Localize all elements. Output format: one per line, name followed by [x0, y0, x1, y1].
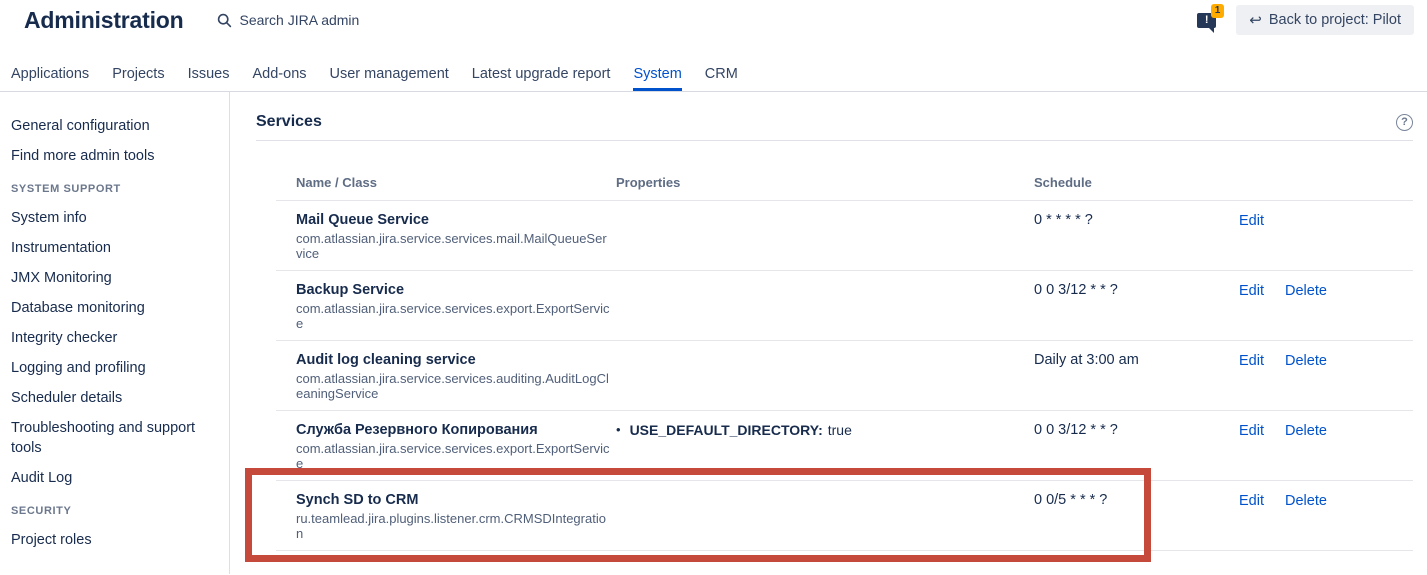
service-properties-cell	[616, 341, 1034, 411]
tab-user-management[interactable]: User management	[330, 40, 449, 91]
page-title: Administration	[24, 7, 183, 34]
service-schedule: 0 0 3/12 * * ?	[1034, 271, 1239, 341]
admin-nav-tabs: Applications Projects Issues Add-ons User ma…	[0, 40, 1427, 92]
app-header: Administration ! 1 ↩ Back to project: Pi…	[0, 0, 1427, 40]
service-name: Backup Service	[296, 282, 616, 298]
help-icon[interactable]: ?	[1396, 114, 1413, 131]
service-name-class-cell: Synch SD to CRM ru.teamlead.jira.plugins.…	[276, 481, 616, 551]
service-name: Mail Queue Service	[296, 212, 616, 228]
service-row-audit-log-cleaning-service: Audit log cleaning service com.atlassian.…	[276, 341, 1413, 411]
edit-link[interactable]: Edit	[1239, 423, 1264, 439]
service-class: com.atlassian.jira.service.services.mail…	[296, 231, 612, 261]
service-class: com.atlassian.jira.service.services.expo…	[296, 301, 612, 331]
service-properties-cell	[616, 201, 1034, 271]
main-content: Services ? Name / Class Properties Sched…	[230, 92, 1427, 574]
service-actions-cell: Edit Delete	[1239, 271, 1413, 341]
header-right: ! 1 ↩ Back to project: Pilot	[1196, 4, 1414, 36]
bullet-icon: •	[616, 422, 621, 438]
services-table: Name / Class Properties Schedule Mail Qu…	[276, 141, 1413, 551]
column-header-properties: Properties	[616, 141, 1034, 201]
service-row-synch-sd-to-crm: Synch SD to CRM ru.teamlead.jira.plugins.…	[276, 481, 1413, 551]
delete-link[interactable]: Delete	[1285, 423, 1327, 439]
service-schedule: 0 0/5 * * * ?	[1034, 481, 1239, 551]
table-header-row: Name / Class Properties Schedule	[276, 141, 1413, 201]
tab-crm[interactable]: CRM	[705, 40, 738, 91]
sidebar-item-project-roles[interactable]: Project roles	[11, 530, 219, 550]
sidebar-item-find-more-admin-tools[interactable]: Find more admin tools	[11, 146, 219, 166]
tab-system[interactable]: System	[633, 40, 681, 91]
sidebar-heading-security: SECURITY	[11, 504, 219, 518]
sidebar-item-scheduler-details[interactable]: Scheduler details	[11, 388, 219, 408]
notification-icon[interactable]: ! 1	[1196, 4, 1224, 36]
service-class: com.atlassian.jira.service.services.expo…	[296, 441, 612, 471]
content-area: General configuration Find more admin too…	[0, 92, 1427, 574]
service-row-backup-service: Backup Service com.atlassian.jira.service…	[276, 271, 1413, 341]
column-header-actions	[1239, 141, 1413, 201]
service-name-class-cell: Служба Резервного Копирования com.atlassi…	[276, 411, 616, 481]
sidebar-heading-system-support: SYSTEM SUPPORT	[11, 182, 219, 196]
admin-search	[217, 12, 439, 28]
sidebar-item-database-monitoring[interactable]: Database monitoring	[11, 298, 219, 318]
services-header: Services ?	[256, 112, 1413, 141]
service-row-mail-queue-service: Mail Queue Service com.atlassian.jira.ser…	[276, 201, 1413, 271]
column-header-name-class: Name / Class	[276, 141, 616, 201]
service-schedule: 0 * * * * ?	[1034, 201, 1239, 271]
service-actions-cell: Edit Delete	[1239, 481, 1413, 551]
property-key: USE_DEFAULT_DIRECTORY:	[630, 422, 823, 438]
notification-badge: 1	[1211, 4, 1225, 18]
service-row-служба-резервного-копирования: Служба Резервного Копирования com.atlassi…	[276, 411, 1413, 481]
service-actions-cell: Edit Delete	[1239, 341, 1413, 411]
tab-add-ons[interactable]: Add-ons	[253, 40, 307, 91]
search-input[interactable]	[239, 12, 439, 28]
tab-applications[interactable]: Applications	[11, 40, 89, 91]
service-properties-cell	[616, 481, 1034, 551]
section-title: Services	[256, 112, 322, 132]
service-schedule: 0 0 3/12 * * ?	[1034, 411, 1239, 481]
service-actions-cell: Edit	[1239, 201, 1413, 271]
tab-issues[interactable]: Issues	[188, 40, 230, 91]
column-header-schedule: Schedule	[1034, 141, 1239, 201]
edit-link[interactable]: Edit	[1239, 213, 1264, 229]
service-class: com.atlassian.jira.service.services.audi…	[296, 371, 612, 401]
sidebar-item-logging-and-profiling[interactable]: Logging and profiling	[11, 358, 219, 378]
sidebar: General configuration Find more admin too…	[0, 92, 230, 574]
service-name-class-cell: Audit log cleaning service com.atlassian.…	[276, 341, 616, 411]
sidebar-item-integrity-checker[interactable]: Integrity checker	[11, 328, 219, 348]
edit-link[interactable]: Edit	[1239, 353, 1264, 369]
sidebar-item-audit-log[interactable]: Audit Log	[11, 468, 219, 488]
service-name-class-cell: Mail Queue Service com.atlassian.jira.ser…	[276, 201, 616, 271]
service-class: ru.teamlead.jira.plugins.listener.crm.CR…	[296, 511, 612, 541]
tab-projects[interactable]: Projects	[112, 40, 164, 91]
sidebar-item-troubleshooting-and-support-tools[interactable]: Troubleshooting and support tools	[11, 418, 219, 458]
sidebar-item-general-configuration[interactable]: General configuration	[11, 116, 219, 136]
sidebar-item-system-info[interactable]: System info	[11, 208, 219, 228]
service-name: Audit log cleaning service	[296, 352, 616, 368]
property-item: • USE_DEFAULT_DIRECTORY: true	[616, 422, 1034, 438]
edit-link[interactable]: Edit	[1239, 493, 1264, 509]
tab-latest-upgrade-report[interactable]: Latest upgrade report	[472, 40, 611, 91]
return-arrow-icon: ↩	[1249, 13, 1262, 28]
jira-admin-page: Administration ! 1 ↩ Back to project: Pi…	[0, 0, 1427, 575]
service-actions-cell: Edit Delete	[1239, 411, 1413, 481]
service-properties-cell	[616, 271, 1034, 341]
sidebar-item-jmx-monitoring[interactable]: JMX Monitoring	[11, 268, 219, 288]
property-value: true	[828, 422, 852, 438]
delete-link[interactable]: Delete	[1285, 283, 1327, 299]
service-name: Synch SD to CRM	[296, 492, 616, 508]
service-schedule: Daily at 3:00 am	[1034, 341, 1239, 411]
back-button-label: Back to project: Pilot	[1269, 12, 1401, 28]
back-to-project-button[interactable]: ↩ Back to project: Pilot	[1236, 5, 1414, 35]
edit-link[interactable]: Edit	[1239, 283, 1264, 299]
service-properties-cell: • USE_DEFAULT_DIRECTORY: true	[616, 411, 1034, 481]
search-icon	[217, 13, 232, 28]
delete-link[interactable]: Delete	[1285, 493, 1327, 509]
service-name-class-cell: Backup Service com.atlassian.jira.service…	[276, 271, 616, 341]
sidebar-item-instrumentation[interactable]: Instrumentation	[11, 238, 219, 258]
delete-link[interactable]: Delete	[1285, 353, 1327, 369]
service-name: Служба Резервного Копирования	[296, 422, 616, 438]
